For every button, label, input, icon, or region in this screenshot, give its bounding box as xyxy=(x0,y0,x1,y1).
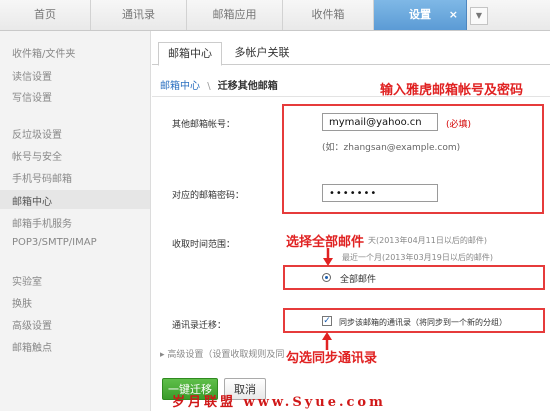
sidebar-item-touchpoint[interactable]: 邮箱触点 xyxy=(12,339,52,354)
tab-settings-label: 设置 xyxy=(409,8,431,21)
sidebar-item-write-settings[interactable]: 写信设置 xyxy=(12,89,52,104)
chevron-down-icon[interactable]: ▼ xyxy=(470,7,488,25)
sidebar-item-mobile-mail[interactable]: 手机号码邮箱 xyxy=(12,170,72,185)
time-range-label: 收取时间范围： xyxy=(172,240,236,250)
highlight-box-account xyxy=(282,104,544,214)
sidebar-item-anti-spam[interactable]: 反垃圾设置 xyxy=(12,126,62,141)
sidebar-item-folders[interactable]: 收件箱/文件夹 xyxy=(12,45,75,60)
highlight-box-contacts xyxy=(283,308,545,333)
tab-inbox[interactable]: 收件箱 xyxy=(283,0,374,30)
advanced-settings-toggle[interactable]: ▸ 高级设置（设置收取规则及同 xyxy=(160,347,284,360)
time-option-1-label: 天(2013年04月11日以后的邮件) xyxy=(368,236,487,245)
account-label: 其他邮箱帐号： xyxy=(172,120,236,130)
page-title: 迁移其他邮箱 xyxy=(217,81,278,92)
watermark: 岁月联盟 www.Syue.com xyxy=(172,395,386,410)
password-label: 对应的邮箱密码： xyxy=(172,191,245,201)
time-option-2-label: 最近一个月(2013年03月19日以后的邮件) xyxy=(342,253,493,262)
sidebar-item-mobile-service[interactable]: 邮箱手机服务 xyxy=(12,215,72,230)
sidebar-item-mail-center[interactable]: 邮箱中心 xyxy=(12,193,52,208)
sidebar-item-account-security[interactable]: 帐号与安全 xyxy=(12,148,62,163)
tab-home[interactable]: 首页 xyxy=(0,0,91,30)
breadcrumb-separator: \ xyxy=(207,81,211,92)
breadcrumb: 邮箱中心 \ 迁移其他邮箱 xyxy=(160,77,278,92)
sidebar-item-read-settings[interactable]: 读信设置 xyxy=(12,68,52,83)
sidebar-item-advanced[interactable]: 高级设置 xyxy=(12,317,52,332)
sidebar-item-lab[interactable]: 实验室 xyxy=(12,273,42,288)
tab-mail-center[interactable]: 邮箱中心 xyxy=(158,42,222,66)
sidebar-item-skin[interactable]: 换肤 xyxy=(12,295,32,310)
arrow-down-icon xyxy=(323,248,333,266)
close-icon[interactable]: × xyxy=(449,0,458,30)
sidebar: 收件箱/文件夹 读信设置 写信设置 反垃圾设置 帐号与安全 手机号码邮箱 邮箱中… xyxy=(0,31,151,411)
highlight-box-time xyxy=(283,265,545,290)
arrow-up-icon xyxy=(322,332,332,350)
annotation-account: 输入雅虎邮箱帐号及密码 xyxy=(380,83,524,98)
tab-mail-apps[interactable]: 邮箱应用 xyxy=(187,0,283,30)
tab-contacts[interactable]: 通讯录 xyxy=(91,0,187,30)
contacts-label: 通讯录迁移： xyxy=(172,321,227,331)
top-tab-bar: 首页 通讯录 邮箱应用 收件箱 设置 × ▼ xyxy=(0,0,550,31)
tab-multi-account[interactable]: 多帐户关联 xyxy=(226,42,298,64)
sidebar-item-pop3[interactable]: POP3/SMTP/IMAP xyxy=(12,237,97,248)
breadcrumb-link[interactable]: 邮箱中心 xyxy=(160,81,200,92)
tab-settings[interactable]: 设置 × xyxy=(374,0,467,30)
